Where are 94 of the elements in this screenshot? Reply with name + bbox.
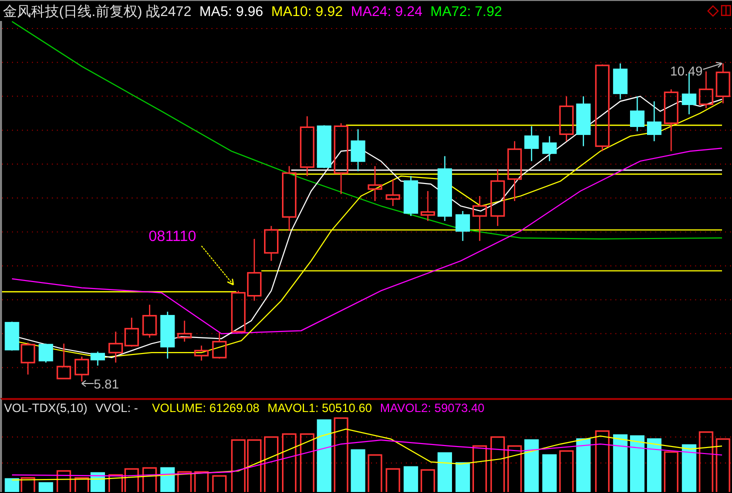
volume-bar xyxy=(595,430,610,492)
volume-bar xyxy=(716,438,730,492)
stock-code: 战2472 xyxy=(146,2,192,20)
volume-bar xyxy=(682,444,696,492)
volume-bar xyxy=(664,451,678,492)
volume-bar xyxy=(160,467,175,492)
volume-bar xyxy=(420,469,436,492)
candlestick xyxy=(559,96,574,142)
volume-bar xyxy=(20,477,36,492)
volume-bar xyxy=(507,445,522,492)
volume-bar xyxy=(542,454,557,492)
volume-bar xyxy=(124,468,139,492)
candlestick xyxy=(507,141,522,202)
candlestick xyxy=(404,176,418,216)
candlestick xyxy=(542,136,557,162)
volume-bar xyxy=(264,436,278,492)
volume-bar xyxy=(613,434,628,492)
volume-bar xyxy=(350,449,366,492)
signal-date-label: 081110 xyxy=(148,228,196,245)
left-arrow-icon xyxy=(81,380,94,388)
candlestick xyxy=(38,344,54,363)
candlestick xyxy=(177,320,192,342)
volume-bar xyxy=(194,471,209,492)
low-price-label: 5.81 xyxy=(94,376,119,392)
volume-bar xyxy=(456,462,470,492)
candlestick xyxy=(212,332,227,359)
volume-bar xyxy=(231,439,246,492)
volume-bar xyxy=(524,439,539,492)
pointer-arrow xyxy=(702,62,723,70)
volume-bar xyxy=(630,435,644,492)
moving-average-reading: MA72: 7.92 xyxy=(430,2,502,20)
volume-reading: MAVOL2: 59073.40 xyxy=(380,400,484,416)
volume-bar xyxy=(559,450,574,492)
volume-reading: MAVOL1: 50510.60 xyxy=(267,400,372,416)
candlestick xyxy=(264,226,278,261)
volume-bar xyxy=(90,472,105,492)
moving-average-reading: MA5: 9.96 xyxy=(199,2,264,20)
volume-bar xyxy=(698,431,714,492)
moving-average-reading: MA24: 9.24 xyxy=(350,2,422,20)
volume-bar xyxy=(56,470,72,492)
candlestick xyxy=(524,126,539,162)
split-panel-icon[interactable] xyxy=(721,5,731,16)
candlestick xyxy=(613,63,628,100)
volume-bar xyxy=(438,452,452,492)
volume-bar xyxy=(4,478,20,492)
indicator-name: VOL-TDX(5,10) xyxy=(4,400,88,416)
volume-bar xyxy=(247,439,262,492)
candlestick xyxy=(108,332,123,363)
candlestick xyxy=(368,166,382,202)
candlestick xyxy=(576,96,591,146)
candlestick xyxy=(630,96,644,132)
candlestick xyxy=(386,179,400,206)
volume-bar xyxy=(212,475,227,492)
candlestick xyxy=(490,169,505,226)
volume-reading: VOLUME: 61269.08 xyxy=(152,400,260,416)
candlestick xyxy=(420,191,436,221)
volume-bar xyxy=(38,482,54,492)
candlestick xyxy=(124,318,139,347)
volume-bar xyxy=(368,454,382,492)
volume-bar xyxy=(74,477,90,492)
volume-bar xyxy=(646,438,662,492)
candlestick xyxy=(716,63,730,104)
candlestick xyxy=(472,196,487,241)
candlestick xyxy=(160,312,175,359)
volume-bar xyxy=(576,438,591,492)
moving-average-reading: MA10: 9.92 xyxy=(271,2,343,20)
volume-bar xyxy=(404,466,418,492)
candlestick xyxy=(142,304,157,338)
volume-bar xyxy=(386,468,400,492)
candlestick xyxy=(194,346,209,361)
candlestick xyxy=(56,344,72,380)
volume-bar xyxy=(490,436,505,492)
stock-title: 金风科技(日线.前复权) xyxy=(3,2,142,21)
volume-bar xyxy=(142,467,157,492)
candlestick xyxy=(438,156,452,221)
candlestick xyxy=(334,123,348,194)
candlestick xyxy=(456,211,470,241)
pointer-arrow xyxy=(200,245,234,286)
candlestick xyxy=(300,116,314,176)
diamond-icon[interactable] xyxy=(707,5,719,17)
volume-bar xyxy=(472,445,487,492)
candlestick xyxy=(664,89,678,152)
candlestick xyxy=(4,322,20,351)
candlestick xyxy=(316,125,332,168)
volume-bar xyxy=(300,433,314,492)
vvol-reading: VVOL: - xyxy=(95,400,138,416)
volume-bar xyxy=(177,471,192,492)
volume-bar xyxy=(108,474,123,492)
candlestick xyxy=(282,166,296,231)
candlestick xyxy=(350,129,366,172)
volume-bar xyxy=(282,433,296,492)
candlestick xyxy=(646,101,662,142)
candlestick xyxy=(20,342,36,375)
high-price-label: 10.49 xyxy=(670,63,703,78)
